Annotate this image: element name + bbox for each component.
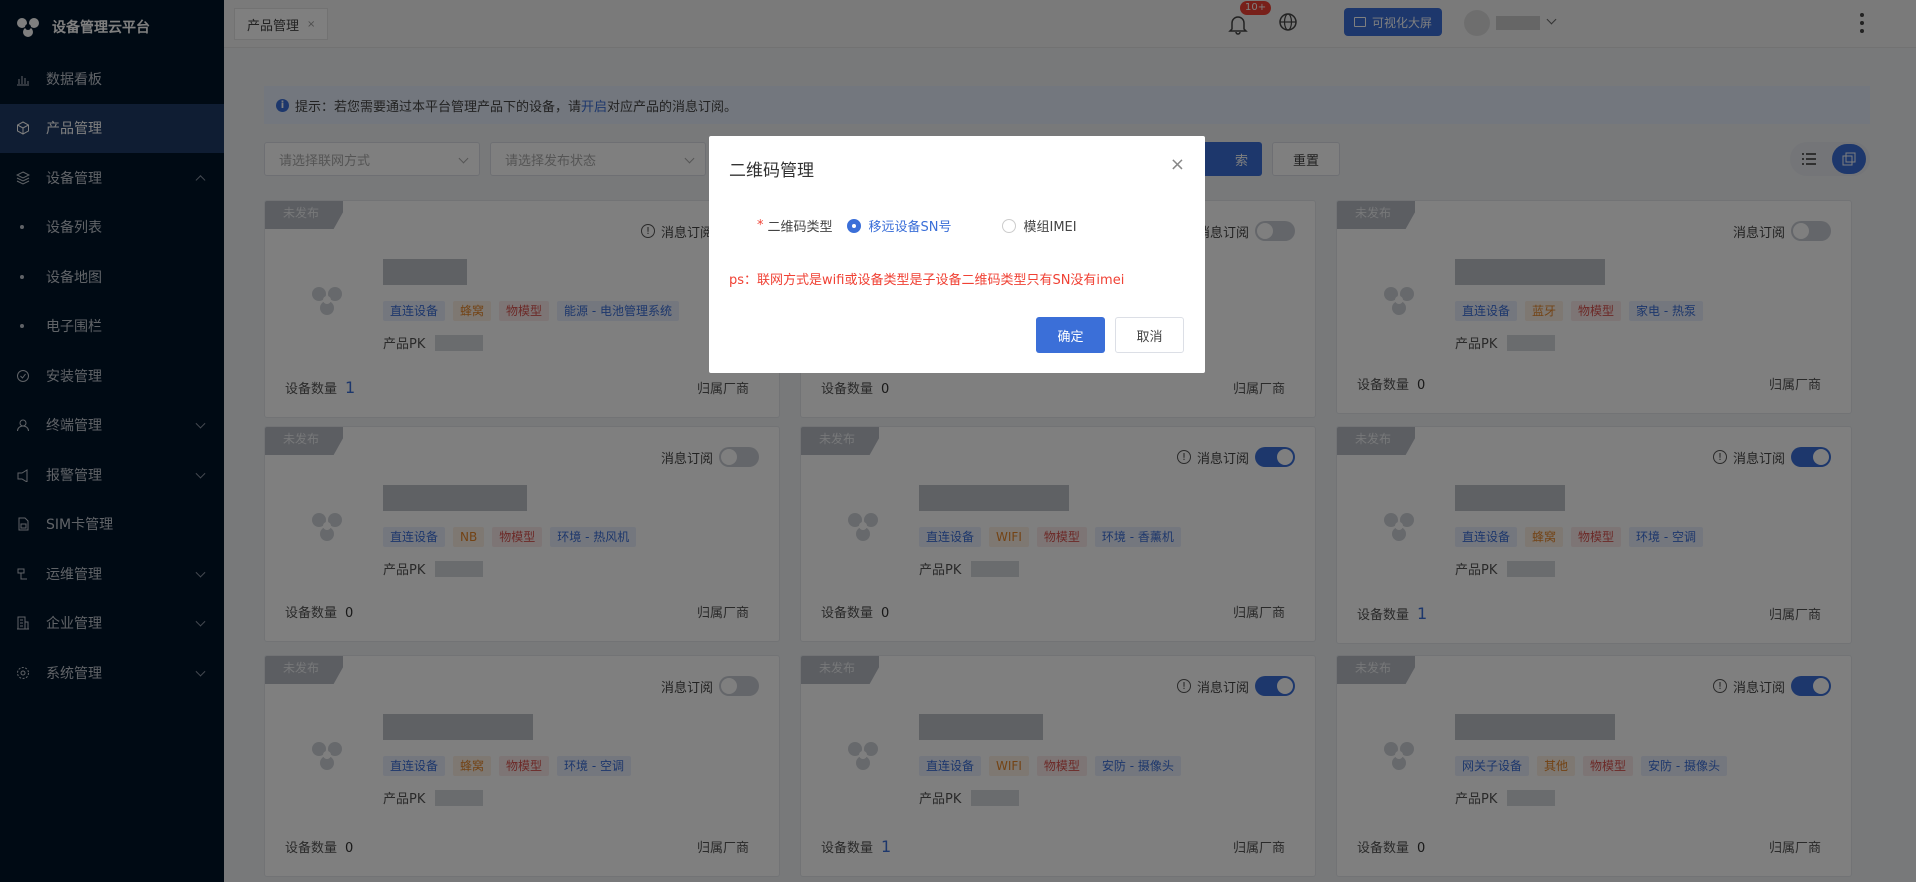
cancel-button[interactable]: 取消 bbox=[1115, 317, 1184, 353]
radio-circle bbox=[846, 218, 861, 233]
qrcode-dialog: 二维码管理 × * 二维码类型 移远设备SN号 模组IMEI ps：联网方式是w… bbox=[709, 136, 1205, 373]
radio-imei[interactable]: 模组IMEI bbox=[1001, 216, 1077, 235]
dialog-title: 二维码管理 bbox=[729, 161, 814, 181]
close-icon[interactable]: × bbox=[1170, 154, 1185, 175]
confirm-button[interactable]: 确定 bbox=[1036, 317, 1105, 353]
radio-label: 模组IMEI bbox=[1023, 220, 1077, 235]
radio-circle bbox=[1001, 218, 1016, 233]
radio-sn[interactable]: 移远设备SN号 bbox=[846, 216, 952, 235]
hint-text: ps：联网方式是wifi或设备类型是子设备二维码类型只有SN没有imei bbox=[729, 273, 1125, 288]
required-mark: * bbox=[757, 218, 764, 233]
qrcode-type-field: * 二维码类型 移远设备SN号 模组IMEI bbox=[757, 216, 1113, 235]
field-label: 二维码类型 bbox=[767, 220, 833, 235]
radio-label: 移远设备SN号 bbox=[868, 220, 952, 235]
modal-overlay[interactable] bbox=[0, 0, 1916, 882]
